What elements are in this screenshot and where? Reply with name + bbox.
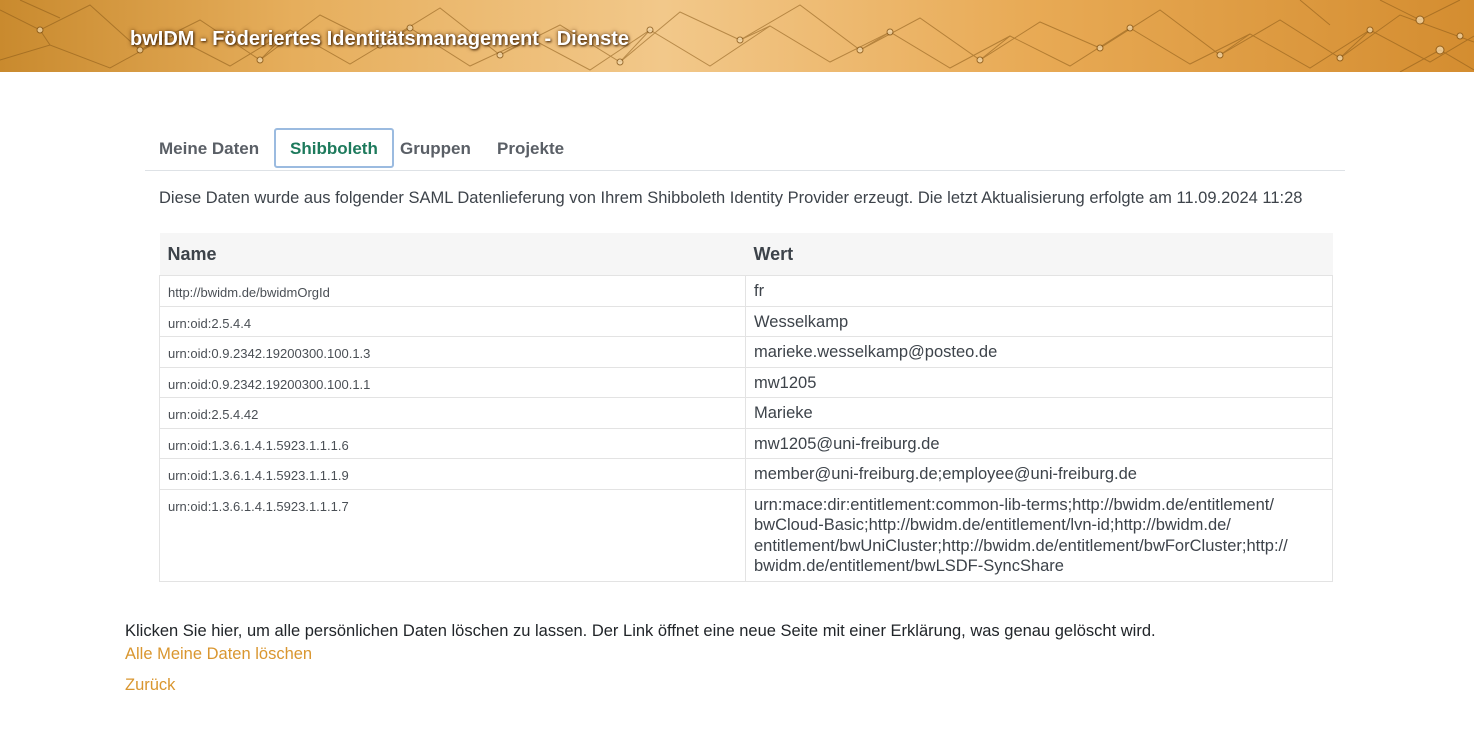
table-row: urn:oid:0.9.2342.19200300.100.1.1 mw1205 bbox=[159, 366, 1333, 398]
table-row: urn:oid:2.5.4.4 Wesselkamp bbox=[159, 305, 1333, 337]
table-row: urn:oid:1.3.6.1.4.1.5923.1.1.1.6 mw1205@… bbox=[159, 427, 1333, 459]
table-row: urn:oid:2.5.4.42 Marieke bbox=[159, 397, 1333, 429]
attribute-value-multiline: urn:mace:dir:entitlement:common-lib-term… bbox=[745, 488, 1333, 582]
attribute-value: fr bbox=[745, 275, 1333, 307]
attribute-value: Wesselkamp bbox=[745, 305, 1333, 337]
attribute-name: urn:oid:0.9.2342.19200300.100.1.1 bbox=[159, 366, 746, 398]
header-banner: bwIDM - Föderiertes Identitätsmanagement… bbox=[0, 0, 1474, 72]
header-title: bwIDM - Föderiertes Identitätsmanagement… bbox=[130, 28, 629, 50]
attribute-value: marieke.wesselkamp@posteo.de bbox=[745, 336, 1333, 368]
attribute-name: urn:oid:2.5.4.42 bbox=[159, 397, 746, 429]
tab-gruppen[interactable]: Gruppen bbox=[386, 128, 485, 168]
attribute-value: Marieke bbox=[745, 397, 1333, 429]
value-line: urn:mace:dir:entitlement:common-lib-term… bbox=[754, 495, 1274, 514]
column-header-value: Wert bbox=[745, 233, 1333, 276]
attribute-name: urn:oid:0.9.2342.19200300.100.1.3 bbox=[159, 336, 746, 368]
delete-data-explanation: Klicken Sie hier, um alle persönlichen D… bbox=[125, 622, 1156, 640]
attribute-value: mw1205@uni-freiburg.de bbox=[745, 427, 1333, 459]
tab-bar: Meine Daten Shibboleth Gruppen Projekte bbox=[145, 126, 1345, 171]
table-header-row: Name Wert bbox=[159, 233, 1333, 276]
value-line: bwCloud-Basic;http://bwidm.de/entitlemen… bbox=[754, 516, 1231, 534]
tab-shibboleth[interactable]: Shibboleth bbox=[274, 128, 394, 168]
attribute-name: urn:oid:2.5.4.4 bbox=[159, 305, 746, 337]
column-header-name: Name bbox=[159, 233, 746, 276]
value-line: entitlement/bwUniCluster;http://bwidm.de… bbox=[754, 536, 1288, 555]
intro-text: Diese Daten wurde aus folgender SAML Dat… bbox=[159, 189, 1303, 207]
attribute-table: Name Wert http://bwidm.de/bwidmOrgId fr … bbox=[159, 233, 1333, 582]
table-row: http://bwidm.de/bwidmOrgId fr bbox=[159, 275, 1333, 307]
tab-meine-daten[interactable]: Meine Daten bbox=[145, 128, 273, 168]
attribute-value: member@uni-freiburg.de;employee@uni-frei… bbox=[745, 458, 1333, 490]
table-row: urn:oid:1.3.6.1.4.1.5923.1.1.1.7 urn:mac… bbox=[159, 488, 1333, 582]
tab-projekte[interactable]: Projekte bbox=[483, 128, 578, 168]
value-line: bwidm.de/entitlement/bwLSDF-SyncShare bbox=[754, 557, 1064, 575]
table-row: urn:oid:0.9.2342.19200300.100.1.3 mariek… bbox=[159, 336, 1333, 368]
attribute-name: http://bwidm.de/bwidmOrgId bbox=[159, 275, 746, 307]
attribute-name: urn:oid:1.3.6.1.4.1.5923.1.1.1.6 bbox=[159, 427, 746, 459]
attribute-value: mw1205 bbox=[745, 366, 1333, 398]
attribute-name: urn:oid:1.3.6.1.4.1.5923.1.1.1.7 bbox=[159, 488, 746, 582]
table-row: urn:oid:1.3.6.1.4.1.5923.1.1.1.9 member@… bbox=[159, 458, 1333, 490]
delete-all-data-link[interactable]: Alle Meine Daten löschen bbox=[125, 645, 312, 664]
attribute-name: urn:oid:1.3.6.1.4.1.5923.1.1.1.9 bbox=[159, 458, 746, 490]
back-link[interactable]: Zurück bbox=[125, 676, 175, 695]
